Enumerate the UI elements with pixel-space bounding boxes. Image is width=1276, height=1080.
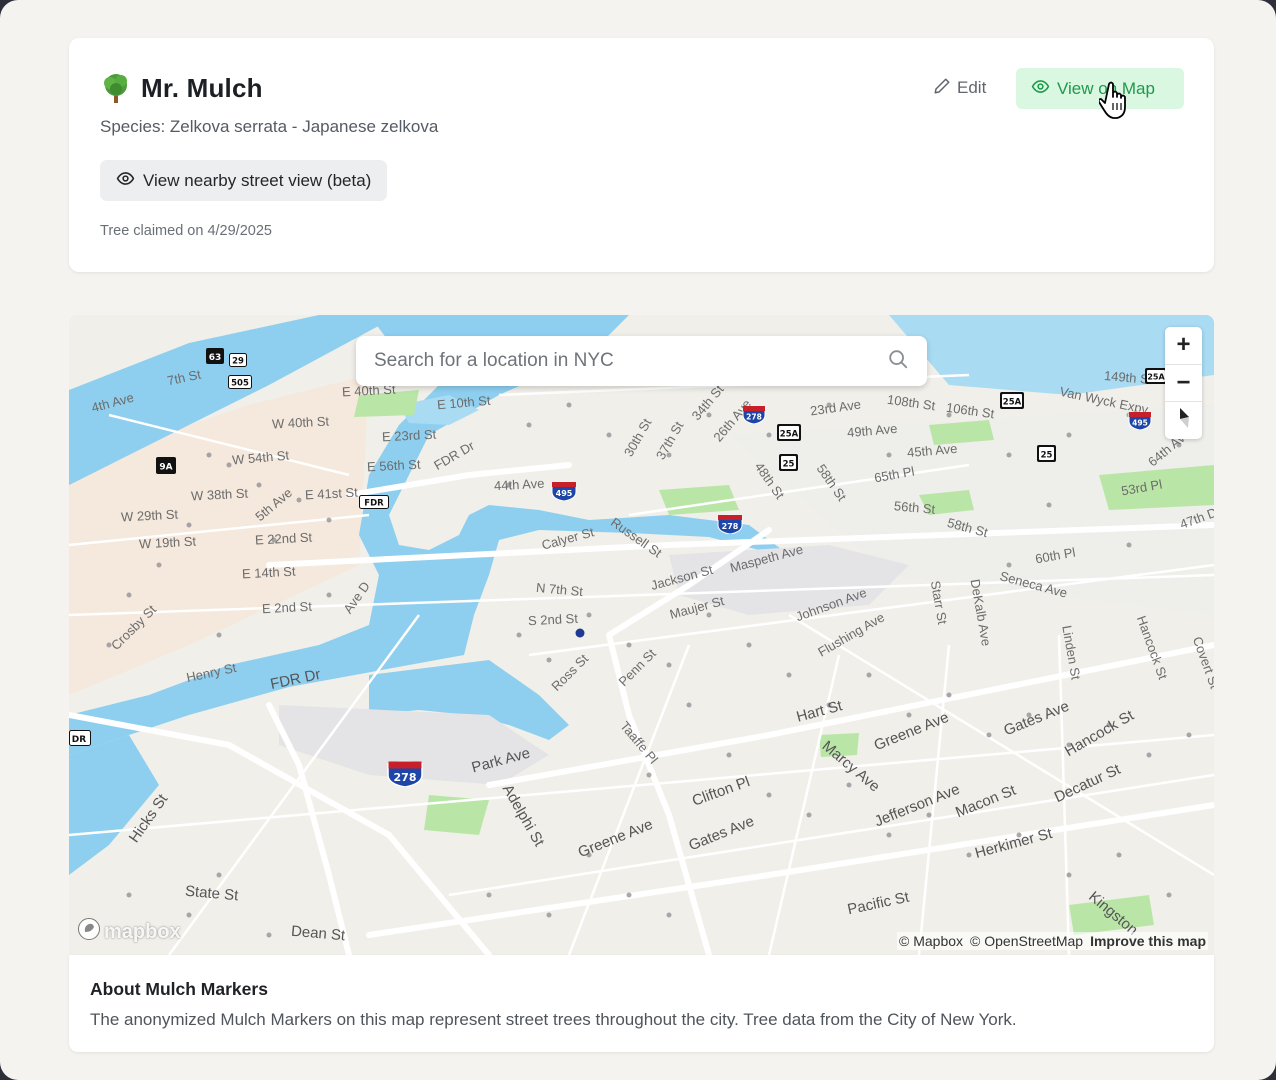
location-search-box[interactable]: [356, 336, 927, 386]
interstate-shield: 278: [742, 405, 766, 429]
street-label: E 23rd St: [381, 426, 437, 445]
compass-button[interactable]: [1165, 402, 1202, 439]
svg-text:FDR: FDR: [364, 499, 384, 509]
edit-button[interactable]: Edit: [924, 68, 995, 108]
mapbox-logo-icon: [77, 917, 101, 947]
svg-text:63: 63: [209, 353, 222, 363]
map-zoom-controls: + −: [1165, 327, 1202, 439]
plus-icon: +: [1176, 331, 1191, 359]
claimed-date: Tree claimed on 4/29/2025: [100, 223, 272, 239]
svg-text:505: 505: [231, 379, 249, 389]
about-mulch-markers: About Mulch Markers The anonymized Mulch…: [69, 955, 1214, 1052]
street-view-button[interactable]: View nearby street view (beta): [100, 160, 388, 201]
mapbox-logo-text: mapbox: [104, 920, 181, 943]
map-attribution: © Mapbox © OpenStreetMap Improve this ma…: [897, 932, 1208, 950]
route-shield: 25A: [1000, 392, 1024, 414]
svg-text:25A: 25A: [1003, 398, 1022, 408]
map-base-layer: [69, 315, 1214, 955]
svg-text:278: 278: [394, 771, 417, 784]
svg-text:25: 25: [783, 460, 795, 470]
street-label: E 2nd St: [261, 598, 313, 617]
tree-title: Mr. Mulch: [100, 72, 263, 104]
interstate-shield: 495: [1128, 411, 1152, 435]
svg-text:29: 29: [232, 357, 244, 367]
street-label: W 38th St: [190, 485, 249, 504]
svg-text:25A: 25A: [1147, 373, 1165, 382]
route-shield: 29: [229, 353, 247, 372]
street-label: W 40th St: [271, 413, 330, 432]
interstate-shield: 278: [387, 760, 423, 792]
street-label: 44th Ave: [493, 475, 545, 494]
street-label: E 41st St: [304, 484, 359, 503]
svg-text:278: 278: [746, 413, 762, 422]
svg-text:278: 278: [722, 522, 739, 531]
edit-label: Edit: [957, 78, 987, 97]
tree-icon: [100, 72, 132, 104]
about-text: The anonymized Mulch Markers on this map…: [90, 1010, 1017, 1029]
street-view-label: View nearby street view (beta): [143, 170, 372, 190]
svg-text:495: 495: [556, 489, 573, 498]
street-label: S 2nd St: [527, 610, 579, 629]
route-shield: 63: [206, 348, 224, 369]
minus-icon: −: [1176, 369, 1191, 396]
mapbox-logo[interactable]: mapbox: [77, 917, 181, 947]
route-shield: 25: [1037, 445, 1056, 467]
hand-cursor-icon: [1097, 80, 1133, 120]
tree-info-card: Mr. Mulch Species: Zelkova serrata - Jap…: [69, 38, 1214, 272]
interstate-shield: 495: [551, 481, 577, 506]
svg-text:DR: DR: [72, 735, 86, 745]
route-shield: FDR: [359, 495, 389, 514]
tree-map[interactable]: 7th St 4th Ave W 54th St W 38th St W 29t…: [69, 315, 1214, 955]
compass-icon: [1176, 406, 1192, 435]
route-shield: 25A: [777, 424, 801, 446]
street-label: W 29th St: [120, 506, 179, 525]
attribution-osm-link[interactable]: © OpenStreetMap: [970, 933, 1083, 949]
selected-tree-marker: [575, 628, 585, 638]
eye-icon: [116, 169, 135, 193]
zoom-out-button[interactable]: −: [1165, 365, 1202, 403]
street-label: E 22nd St: [254, 529, 313, 548]
zoom-in-button[interactable]: +: [1165, 327, 1202, 365]
route-shield: 9A: [156, 457, 176, 479]
street-label: W 19th St: [138, 533, 197, 552]
svg-text:25A: 25A: [780, 430, 799, 440]
street-label: E 14th St: [241, 563, 296, 582]
app-frame: Mr. Mulch Species: Zelkova serrata - Jap…: [0, 0, 1276, 1080]
tree-name: Mr. Mulch: [141, 72, 263, 103]
svg-text:495: 495: [1132, 419, 1148, 428]
svg-text:9A: 9A: [159, 463, 172, 473]
improve-map-link[interactable]: Improve this map: [1090, 933, 1206, 949]
search-icon[interactable]: [887, 348, 909, 375]
pencil-icon: [933, 77, 951, 100]
route-shield: DR: [69, 730, 91, 751]
tree-species: Species: Zelkova serrata - Japanese zelk…: [100, 117, 439, 136]
location-search-input[interactable]: [374, 350, 887, 372]
route-shield: 25: [779, 454, 798, 476]
route-shield: 505: [228, 375, 252, 394]
street-label: E 56th St: [366, 456, 421, 475]
interstate-shield: 278: [717, 514, 743, 539]
about-title: About Mulch Markers: [90, 979, 268, 999]
eye-icon: [1031, 77, 1050, 101]
attribution-mapbox-link[interactable]: © Mapbox: [899, 933, 963, 949]
route-shield: 25A: [1145, 368, 1167, 389]
svg-text:25: 25: [1041, 451, 1053, 461]
